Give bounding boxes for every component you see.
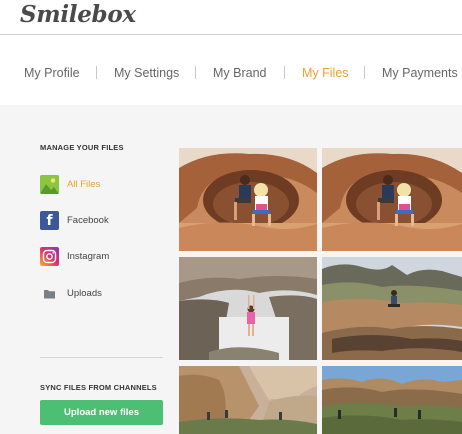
overhang-photo-image: [179, 257, 317, 360]
valley-photo-image: [322, 366, 462, 434]
nav-my-files[interactable]: My Files: [302, 66, 349, 80]
sidebar-item-uploads[interactable]: Uploads: [40, 284, 160, 304]
sync-files-heading: SYNC FILES FROM CHANNELS: [40, 383, 157, 392]
nav-separator: [96, 66, 97, 79]
photo-thumbnail[interactable]: [179, 366, 317, 434]
ledge-photo-image: [322, 257, 462, 360]
sidebar-divider: [40, 357, 163, 358]
photo-thumbnail[interactable]: [322, 366, 462, 434]
photo-thumbnail[interactable]: [179, 148, 317, 251]
folder-icon: [40, 284, 59, 303]
nav-my-brand[interactable]: My Brand: [213, 66, 267, 80]
nav-separator: [284, 66, 285, 79]
cliff-photo-image: [179, 366, 317, 434]
app-header: Smilebox: [0, 0, 462, 34]
image-icon: [40, 175, 59, 194]
upload-new-files-button[interactable]: Upload new files: [40, 400, 163, 425]
nav-my-payments[interactable]: My Payments: [382, 66, 458, 80]
smilebox-logo[interactable]: Smilebox: [20, 1, 136, 28]
sidebar-item-label: Instagram: [67, 251, 110, 262]
nav-my-profile[interactable]: My Profile: [24, 66, 80, 80]
sidebar-item-instagram[interactable]: Instagram: [40, 247, 160, 267]
photo-thumbnail[interactable]: [322, 257, 462, 360]
sidebar-item-facebook[interactable]: f Facebook: [40, 211, 160, 231]
sidebar-item-label: Facebook: [67, 215, 109, 226]
manage-files-heading: MANAGE YOUR FILES: [40, 143, 124, 152]
arch-photo-image: [179, 148, 317, 251]
account-nav: My Profile My Settings My Brand My Files…: [0, 35, 462, 105]
nav-separator: [195, 66, 196, 79]
photo-thumbnail[interactable]: [179, 257, 317, 360]
photo-thumbnail[interactable]: [322, 148, 462, 251]
nav-separator: [364, 66, 365, 79]
sidebar-item-label: All Files: [67, 179, 101, 190]
sidebar-item-all-files[interactable]: All Files: [40, 175, 160, 195]
facebook-icon: f: [40, 211, 59, 230]
nav-my-settings[interactable]: My Settings: [114, 66, 179, 80]
files-content: MANAGE YOUR FILES All Files f Facebook I…: [0, 105, 462, 434]
sidebar-item-label: Uploads: [67, 288, 102, 299]
instagram-icon: [40, 247, 59, 266]
arch-photo-image: [322, 148, 462, 251]
